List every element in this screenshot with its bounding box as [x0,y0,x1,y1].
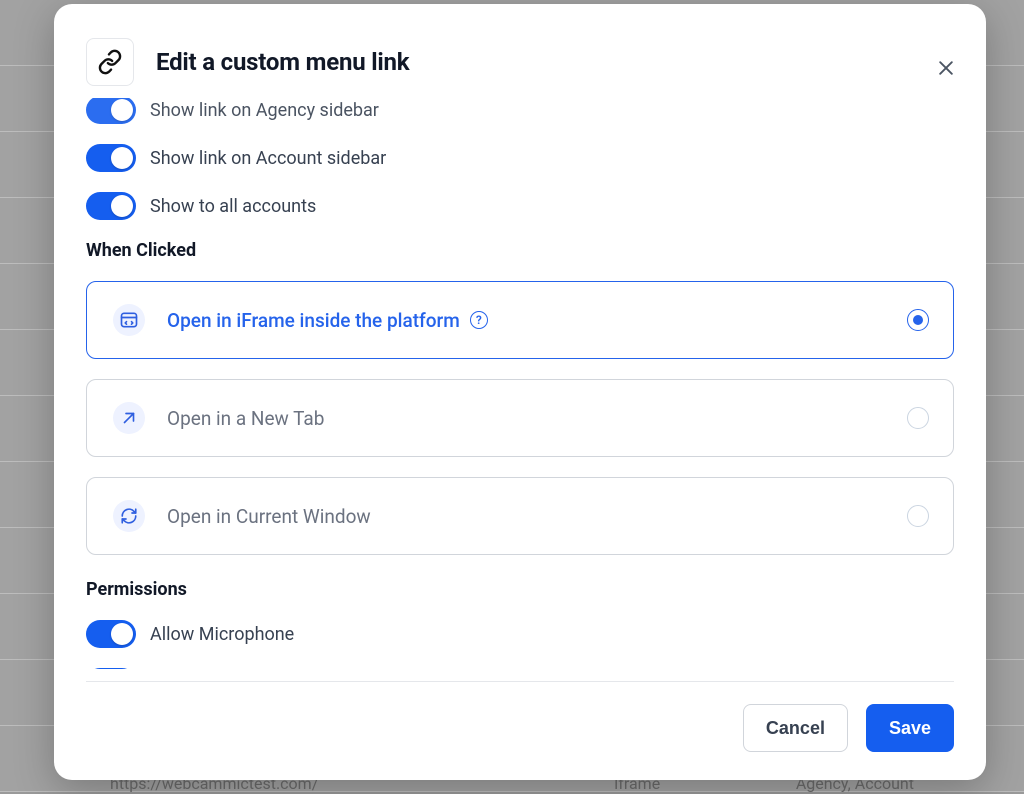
toggle-allow-microphone-label: Allow Microphone [150,624,294,645]
iframe-icon [113,304,145,336]
toggle-all-accounts-row: Show to all accounts [86,192,954,220]
toggle-allow-camera[interactable] [86,668,136,669]
edit-custom-menu-link-modal: Edit a custom menu link Show link on Age… [54,4,986,780]
option-open-current-window-radio[interactable] [907,505,929,527]
help-icon[interactable]: ? [470,311,488,329]
modal-footer: Cancel Save [86,681,954,780]
toggle-allow-microphone-row: Allow Microphone [86,620,954,648]
modal-title: Edit a custom menu link [156,48,409,76]
toggle-agency-sidebar-row: Show link on Agency sidebar [86,98,954,124]
toggle-account-sidebar-row: Show link on Account sidebar [86,144,954,172]
option-open-iframe-radio[interactable] [907,309,929,331]
toggle-account-sidebar-label: Show link on Account sidebar [150,148,386,169]
when-clicked-heading: When Clicked [86,240,954,261]
option-open-new-tab-label: Open in a New Tab [167,407,885,430]
option-open-iframe[interactable]: Open in iFrame inside the platform ? [86,281,954,359]
refresh-icon [113,500,145,532]
option-open-current-window-label: Open in Current Window [167,505,885,528]
option-open-current-window[interactable]: Open in Current Window [86,477,954,555]
modal-body: Show link on Agency sidebar Show link on… [54,98,986,669]
option-open-new-tab[interactable]: Open in a New Tab [86,379,954,457]
permissions-heading: Permissions [86,579,954,600]
option-open-iframe-label: Open in iFrame inside the platform ? [167,309,885,332]
toggle-account-sidebar[interactable] [86,144,136,172]
modal-header: Edit a custom menu link [54,4,986,98]
toggle-all-accounts-label: Show to all accounts [150,196,316,217]
close-icon [936,58,956,78]
cancel-button[interactable]: Cancel [743,704,848,752]
toggle-allow-microphone[interactable] [86,620,136,648]
toggle-allow-camera-row: Allow Camera [86,668,954,669]
option-open-new-tab-radio[interactable] [907,407,929,429]
close-button[interactable] [932,54,960,82]
link-icon [86,38,134,86]
toggle-all-accounts[interactable] [86,192,136,220]
save-button[interactable]: Save [866,704,954,752]
toggle-agency-sidebar[interactable] [86,98,136,124]
toggle-agency-sidebar-label: Show link on Agency sidebar [150,100,379,121]
new-tab-icon [113,402,145,434]
